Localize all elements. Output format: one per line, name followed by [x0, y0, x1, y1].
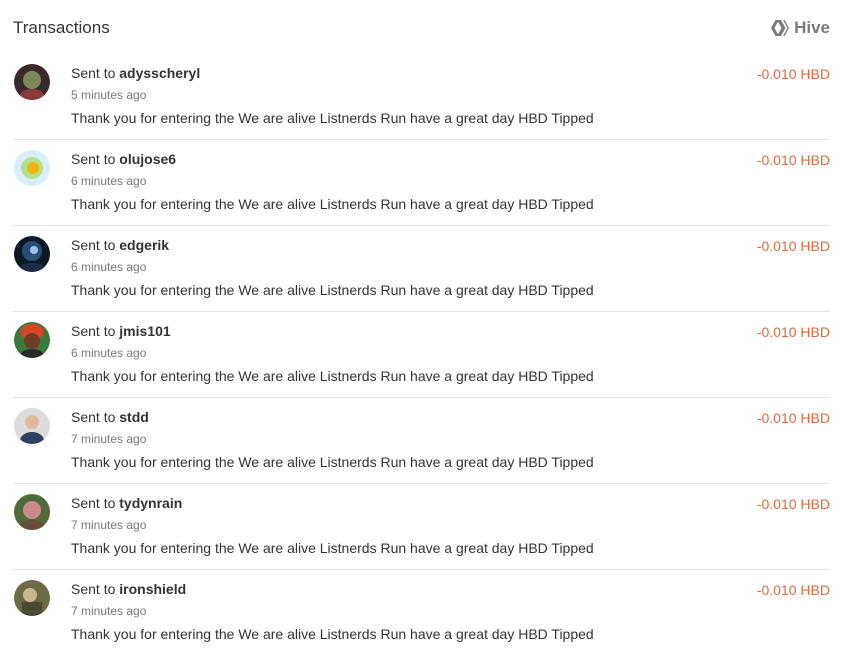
transaction-title: Sent to ironshield — [71, 581, 186, 597]
avatar[interactable] — [14, 408, 50, 444]
transaction-row[interactable]: Sent to jmis101 6 minutes ago Thank you … — [13, 312, 830, 398]
recipient-link[interactable]: stdd — [119, 409, 149, 425]
transaction-prefix: Sent to — [71, 237, 116, 253]
recipient-link[interactable]: adysscheryl — [119, 65, 200, 81]
transaction-amount: -0.010 HBD — [756, 410, 830, 426]
transaction-title: Sent to stdd — [71, 409, 149, 425]
transaction-time: 6 minutes ago — [71, 174, 147, 188]
transaction-memo: Thank you for entering the We are alive … — [71, 282, 594, 298]
transaction-time: 5 minutes ago — [71, 88, 147, 102]
hive-logo-icon — [771, 20, 790, 36]
transaction-memo: Thank you for entering the We are alive … — [71, 626, 594, 642]
transaction-prefix: Sent to — [71, 65, 116, 81]
transaction-row[interactable]: Sent to olujose6 6 minutes ago Thank you… — [13, 140, 830, 226]
recipient-link[interactable]: tydynrain — [119, 495, 182, 511]
transaction-row[interactable]: Sent to adysscheryl 5 minutes ago Thank … — [13, 54, 830, 140]
avatar[interactable] — [14, 150, 50, 186]
recipient-link[interactable]: olujose6 — [119, 151, 176, 167]
transaction-row[interactable]: Sent to stdd 7 minutes ago Thank you for… — [13, 398, 830, 484]
transaction-title: Sent to adysscheryl — [71, 65, 200, 81]
transaction-memo: Thank you for entering the We are alive … — [71, 110, 594, 126]
transaction-time: 6 minutes ago — [71, 346, 147, 360]
transactions-header: Transactions Hive — [13, 16, 830, 40]
avatar[interactable] — [14, 494, 50, 530]
transaction-prefix: Sent to — [71, 151, 116, 167]
recipient-link[interactable]: edgerik — [119, 237, 169, 253]
transaction-amount: -0.010 HBD — [756, 66, 830, 82]
transaction-title: Sent to jmis101 — [71, 323, 171, 339]
transaction-amount: -0.010 HBD — [756, 496, 830, 512]
transaction-time: 7 minutes ago — [71, 518, 147, 532]
recipient-link[interactable]: ironshield — [119, 581, 186, 597]
transaction-prefix: Sent to — [71, 495, 116, 511]
transaction-title: Sent to tydynrain — [71, 495, 182, 511]
transaction-time: 7 minutes ago — [71, 604, 147, 618]
transaction-row[interactable]: Sent to ironshield 7 minutes ago Thank y… — [13, 570, 830, 656]
transaction-memo: Thank you for entering the We are alive … — [71, 454, 594, 470]
transaction-list: Sent to adysscheryl 5 minutes ago Thank … — [13, 54, 830, 656]
transaction-memo: Thank you for entering the We are alive … — [71, 540, 594, 556]
transaction-amount: -0.010 HBD — [756, 238, 830, 254]
transaction-amount: -0.010 HBD — [756, 152, 830, 168]
avatar[interactable] — [14, 322, 50, 358]
transaction-row[interactable]: Sent to tydynrain 7 minutes ago Thank yo… — [13, 484, 830, 570]
transaction-prefix: Sent to — [71, 409, 116, 425]
transaction-row[interactable]: Sent to edgerik 6 minutes ago Thank you … — [13, 226, 830, 312]
transaction-time: 7 minutes ago — [71, 432, 147, 446]
transaction-amount: -0.010 HBD — [756, 582, 830, 598]
transaction-memo: Thank you for entering the We are alive … — [71, 196, 594, 212]
hive-brand[interactable]: Hive — [771, 18, 830, 38]
avatar[interactable] — [14, 580, 50, 616]
hive-brand-label: Hive — [794, 18, 830, 37]
avatar[interactable] — [14, 64, 50, 100]
transaction-amount: -0.010 HBD — [756, 324, 830, 340]
recipient-link[interactable]: jmis101 — [119, 323, 170, 339]
transaction-title: Sent to olujose6 — [71, 151, 176, 167]
transaction-title: Sent to edgerik — [71, 237, 169, 253]
transaction-time: 6 minutes ago — [71, 260, 147, 274]
transaction-prefix: Sent to — [71, 581, 116, 597]
transaction-prefix: Sent to — [71, 323, 116, 339]
transaction-memo: Thank you for entering the We are alive … — [71, 368, 594, 384]
avatar[interactable] — [14, 236, 50, 272]
page-title: Transactions — [13, 18, 110, 37]
